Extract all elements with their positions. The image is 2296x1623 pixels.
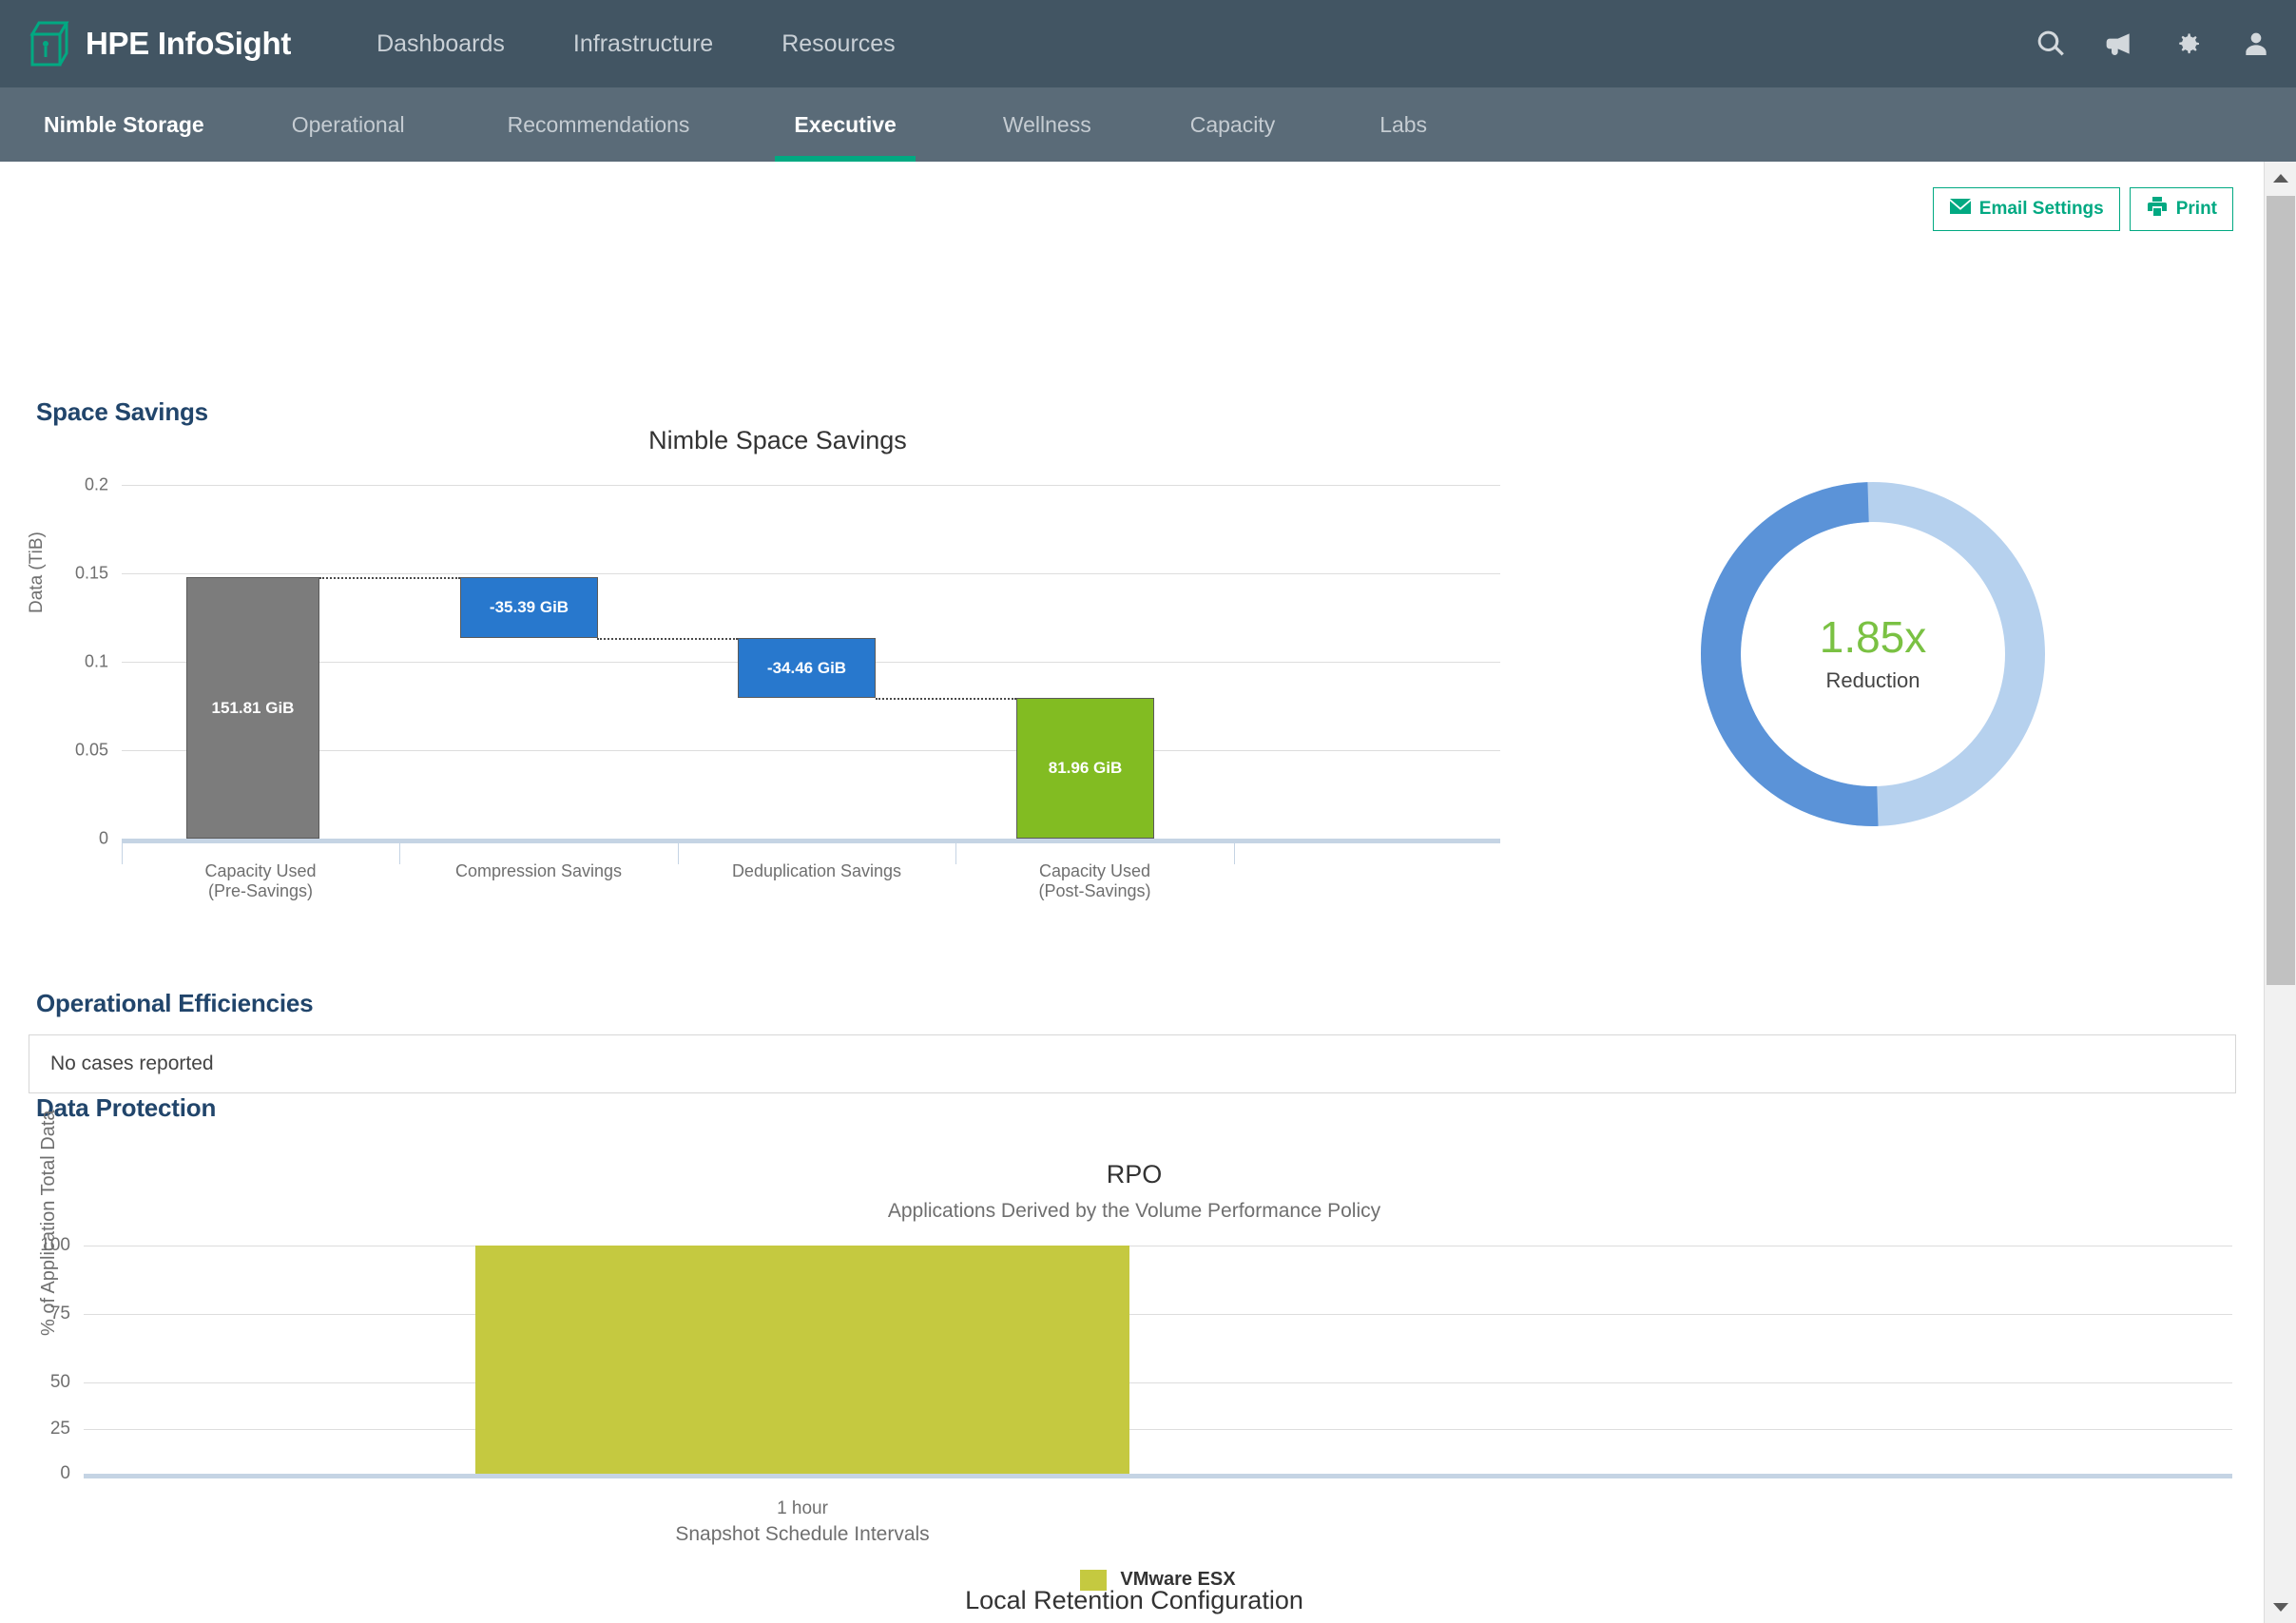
secondary-tabbar: Nimble Storage Operational Recommendatio… [0,87,2296,162]
gridline-0.15: 0.15 [75,564,1500,583]
waterfall-bar-capacity-pre[interactable]: 151.81 GiB [186,577,319,839]
category-label-line-2: (Pre-Savings) [207,881,314,900]
waterfall-connector-1 [319,577,460,579]
waterfall-bar-label-1: -35.39 GiB [489,598,569,616]
local-retention-configuration-chart: Local Retention Configuration Applicatio… [36,1586,2232,1623]
waterfall-connector-2 [597,638,738,640]
donut-center-text: 1.85x Reduction [1683,464,2063,844]
tab-executive[interactable]: Executive [775,87,916,162]
tab-recommendations[interactable]: Recommendations [500,87,698,162]
category-label-line-2: (Post-Savings) [1038,881,1151,900]
search-icon[interactable] [2034,27,2068,61]
rpo-x-tick-1hour: 1 hour [777,1498,828,1518]
no-cases-text: No cases reported [50,1053,214,1074]
print-label: Print [2175,199,2217,219]
y-tick-3: 0.15 [74,563,108,583]
scroll-down-arrow-icon[interactable] [2265,1591,2296,1623]
waterfall-bar-compression[interactable]: -35.39 GiB [460,577,598,638]
print-button[interactable]: Print [2129,187,2233,231]
waterfall-baseline: 0 [99,829,1500,848]
rpo-y-axis-label: % of Application Total Data [38,1110,59,1336]
rpo-chart-title: RPO [1106,1160,1163,1188]
y-tick-4: 0.2 [84,474,108,494]
gridline-0.05: 0.05 [75,741,1500,760]
report-actions: Email Settings Print [1923,187,2233,231]
header-icon-group [1999,0,2273,87]
nav-item-dashboards[interactable]: Dashboards [376,30,505,58]
gridline-0.2: 0.2 [85,475,1500,494]
y-tick-2: 0.1 [84,651,108,671]
y-tick-1: 0.05 [74,740,108,760]
hpe-element-logo-icon [29,21,70,67]
reduction-donut-chart[interactable]: 1.85x Reduction [1683,464,2063,844]
waterfall-bar-label-3: 81.96 GiB [1048,759,1123,777]
category-label-capacity-pre: Capacity Used (Pre-Savings) [122,861,399,901]
waterfall-plot-area: 0.2 0.15 0.1 0.05 0 151.81 GiB -35.39 Gi… [75,475,1500,900]
brand[interactable]: HPE InfoSight [29,21,291,67]
brand-title: HPE InfoSight [86,26,292,61]
tab-wellness[interactable]: Wellness [995,87,1099,162]
rpo-y-tick-0: 0 [60,1463,70,1483]
space-savings-heading: Space Savings [36,397,208,426]
rpo-gridline-75: 75 [50,1304,2232,1324]
waterfall-connector-3 [876,698,1016,700]
rpo-y-tick-2: 50 [49,1372,70,1392]
data-protection-heading: Data Protection [36,1093,217,1122]
operational-efficiencies-empty-panel: No cases reported [29,1034,2236,1093]
scroll-up-arrow-icon[interactable] [2265,162,2296,194]
category-label-line-1: Capacity Used [204,861,317,880]
waterfall-bar-deduplication[interactable]: -34.46 GiB [738,638,876,698]
printer-icon [2146,195,2176,223]
rpo-chart-subtitle: Applications Derived by the Volume Perfo… [887,1200,1381,1222]
nimble-space-savings-chart: Nimble Space Savings Data (TiB) 0.2 0.15… [27,426,1519,900]
category-label-capacity-post: Capacity Used (Post-Savings) [955,861,1234,901]
gear-icon[interactable] [2171,27,2205,61]
rpo-gridline-25: 25 [50,1419,2232,1439]
donut-label: Reduction [1825,668,1920,692]
rpo-x-axis-label: Snapshot Schedule Intervals [675,1523,930,1545]
rpo-y-tick-1: 25 [49,1419,70,1439]
primary-nav: Dashboards Infrastructure Resources [376,30,964,58]
waterfall-bar-label-2: -34.46 GiB [766,658,847,677]
rpo-bar-vmware-esx[interactable] [475,1246,1129,1474]
operational-efficiencies-heading: Operational Efficiencies [36,989,314,1017]
envelope-icon [1949,198,1979,221]
email-settings-button[interactable]: Email Settings [1932,187,2120,231]
category-separator-4 [1234,843,1235,864]
rpo-chart: RPO Applications Derived by the Volume P… [36,1110,2232,1591]
page-scrollbar[interactable] [2264,162,2296,1623]
user-icon[interactable] [2239,27,2273,61]
category-label-line-1: Compression Savings [454,861,623,880]
tab-capacity[interactable]: Capacity [1183,87,1283,162]
tab-nimble-storage[interactable]: Nimble Storage [36,87,212,162]
scrollbar-thumb[interactable] [2267,196,2295,985]
page-content: Email Settings Print Space Savings Nimbl… [0,162,2264,1623]
waterfall-bar-label-0: 151.81 GiB [211,698,295,717]
waterfall-y-axis-label: Data (TiB) [27,531,47,613]
email-settings-label: Email Settings [1978,199,2104,219]
category-label-line-1: Capacity Used [1038,861,1151,880]
waterfall-chart-title: Nimble Space Savings [648,426,907,454]
app-header: HPE InfoSight Dashboards Infrastructure … [0,0,2296,87]
lrc-chart-title: Local Retention Configuration [965,1586,1303,1614]
category-label-deduplication: Deduplication Savings [678,861,955,881]
waterfall-bar-capacity-post[interactable]: 81.96 GiB [1016,698,1154,839]
donut-value: 1.85x [1819,612,1927,662]
category-label-compression: Compression Savings [399,861,678,881]
rpo-y-tick-4: 100 [40,1235,70,1255]
tab-operational[interactable]: Operational [284,87,413,162]
rpo-plot-area: 100 75 50 25 0 1 hour Snapshot Schedule … [40,1235,2232,1591]
category-label-line-1: Deduplication Savings [731,861,902,880]
y-tick-0: 0 [98,828,108,848]
nav-item-resources[interactable]: Resources [781,30,896,58]
rpo-y-tick-3: 75 [49,1304,70,1324]
megaphone-icon[interactable] [2102,27,2136,61]
rpo-baseline: 0 [60,1463,2232,1483]
nav-item-infrastructure[interactable]: Infrastructure [573,30,713,58]
rpo-gridline-50: 50 [50,1372,2232,1392]
tab-labs[interactable]: Labs [1372,87,1435,162]
